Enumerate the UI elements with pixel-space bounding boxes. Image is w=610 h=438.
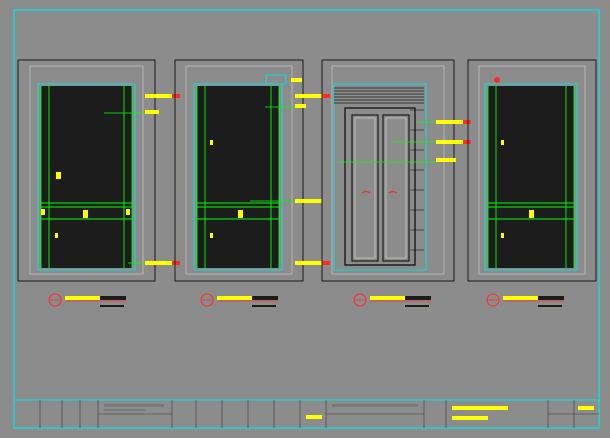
hatched-panel-4 — [488, 86, 574, 268]
hatched-panel-2 — [197, 86, 279, 268]
elevation-panel-1 — [17, 59, 180, 282]
elevation-title-1 — [48, 293, 126, 307]
elevation-panel-3-door — [321, 59, 471, 282]
elevation-panel-4 — [467, 59, 597, 282]
title-block — [14, 399, 599, 428]
cad-drawing-sheet — [13, 9, 600, 429]
elevation-panel-2 — [174, 59, 330, 282]
elevation-title-4 — [486, 293, 564, 307]
elevation-title-2 — [200, 293, 278, 307]
elevation-title-3 — [353, 293, 431, 307]
